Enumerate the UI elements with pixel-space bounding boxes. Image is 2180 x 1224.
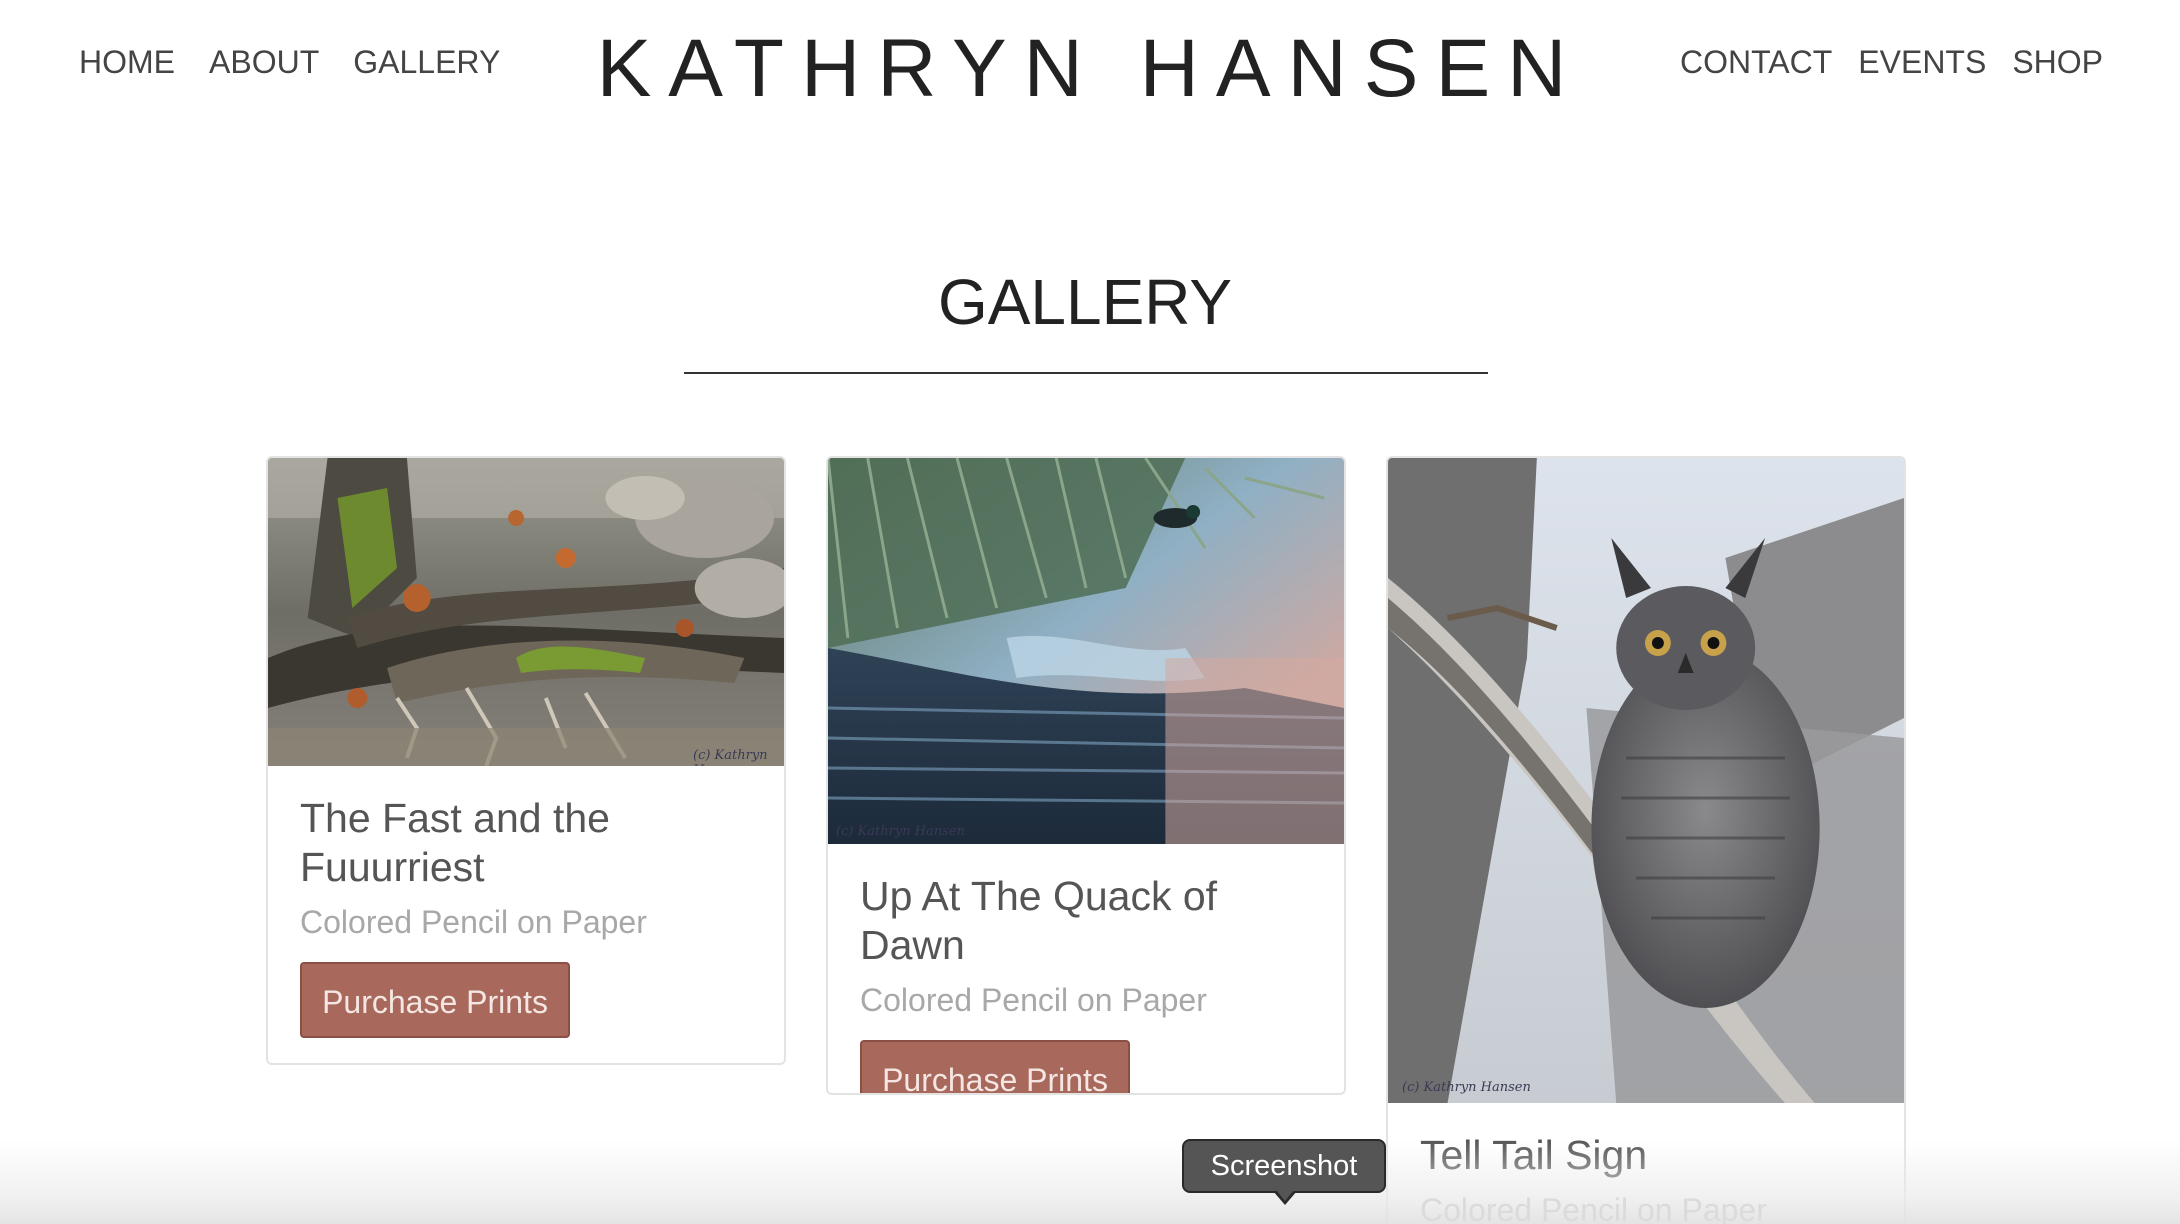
page: HOME ABOUT GALLERY KATHRYN HANSEN CONTAC…: [0, 0, 2180, 1224]
nav-left: HOME ABOUT GALLERY: [79, 44, 534, 81]
card-title[interactable]: Tell Tail Sign: [1420, 1131, 1872, 1180]
nav-link-contact[interactable]: CONTACT: [1680, 44, 1832, 81]
artwork-watermark: (c) Kathryn Hansen: [1402, 1080, 1531, 1095]
artwork-tree-roots-illustration: [268, 458, 784, 766]
tooltip-arrow-fill: [1276, 1190, 1294, 1201]
heading-divider: [684, 372, 1488, 374]
nav-right: CONTACT EVENTS SHOP: [1680, 44, 2129, 81]
nav-link-gallery[interactable]: GALLERY: [353, 44, 500, 81]
card-medium: Colored Pencil on Paper: [300, 904, 647, 940]
artwork-image-owl[interactable]: (c) Kathryn Hansen: [1388, 458, 1904, 1103]
nav-link-events[interactable]: EVENTS: [1858, 44, 1986, 81]
card-title[interactable]: Up At The Quack of Dawn: [860, 872, 1312, 970]
screenshot-tooltip: Screenshot: [1182, 1139, 1386, 1193]
gallery-card: (c) Kathryn Hansen Up At The Quack of Da…: [826, 456, 1346, 1095]
card-medium: Colored Pencil on Paper: [860, 982, 1207, 1018]
artwork-duck-reeds-illustration: [828, 458, 1344, 844]
card-title[interactable]: The Fast and the Fuuurriest: [300, 794, 752, 892]
artwork-owl-illustration: [1388, 458, 1904, 1103]
artwork-watermark: (c) Kathryn Hansen: [836, 824, 965, 839]
nav-link-shop[interactable]: SHOP: [2012, 44, 2103, 81]
card-body: Up At The Quack of Dawn Colored Pencil o…: [828, 844, 1344, 1093]
purchase-prints-button[interactable]: Purchase Prints: [860, 1040, 1130, 1093]
card-body: Tell Tail Sign Colored Pencil on Paper: [1388, 1103, 1904, 1224]
page-heading: GALLERY: [937, 265, 1233, 338]
card-medium: Colored Pencil on Paper: [1420, 1192, 1767, 1224]
artwork-image-duck-reeds[interactable]: (c) Kathryn Hansen: [828, 458, 1344, 844]
artwork-image-tree-roots[interactable]: (c) Kathryn Hansen: [268, 458, 784, 766]
nav-link-home[interactable]: HOME: [79, 44, 175, 81]
gallery-card: (c) Kathryn Hansen Tell Tail Sign Colore…: [1386, 456, 1906, 1224]
site-title[interactable]: KATHRYN HANSEN: [560, 22, 1620, 116]
card-body: The Fast and the Fuuurriest Colored Penc…: [268, 766, 784, 1063]
nav-link-about[interactable]: ABOUT: [209, 44, 319, 81]
artwork-watermark: (c) Kathryn Hansen: [693, 748, 768, 766]
gallery-card: (c) Kathryn Hansen The Fast and the Fuuu…: [266, 456, 786, 1065]
purchase-prints-button[interactable]: Purchase Prints: [300, 962, 570, 1038]
site-header: HOME ABOUT GALLERY KATHRYN HANSEN CONTAC…: [0, 0, 2180, 140]
